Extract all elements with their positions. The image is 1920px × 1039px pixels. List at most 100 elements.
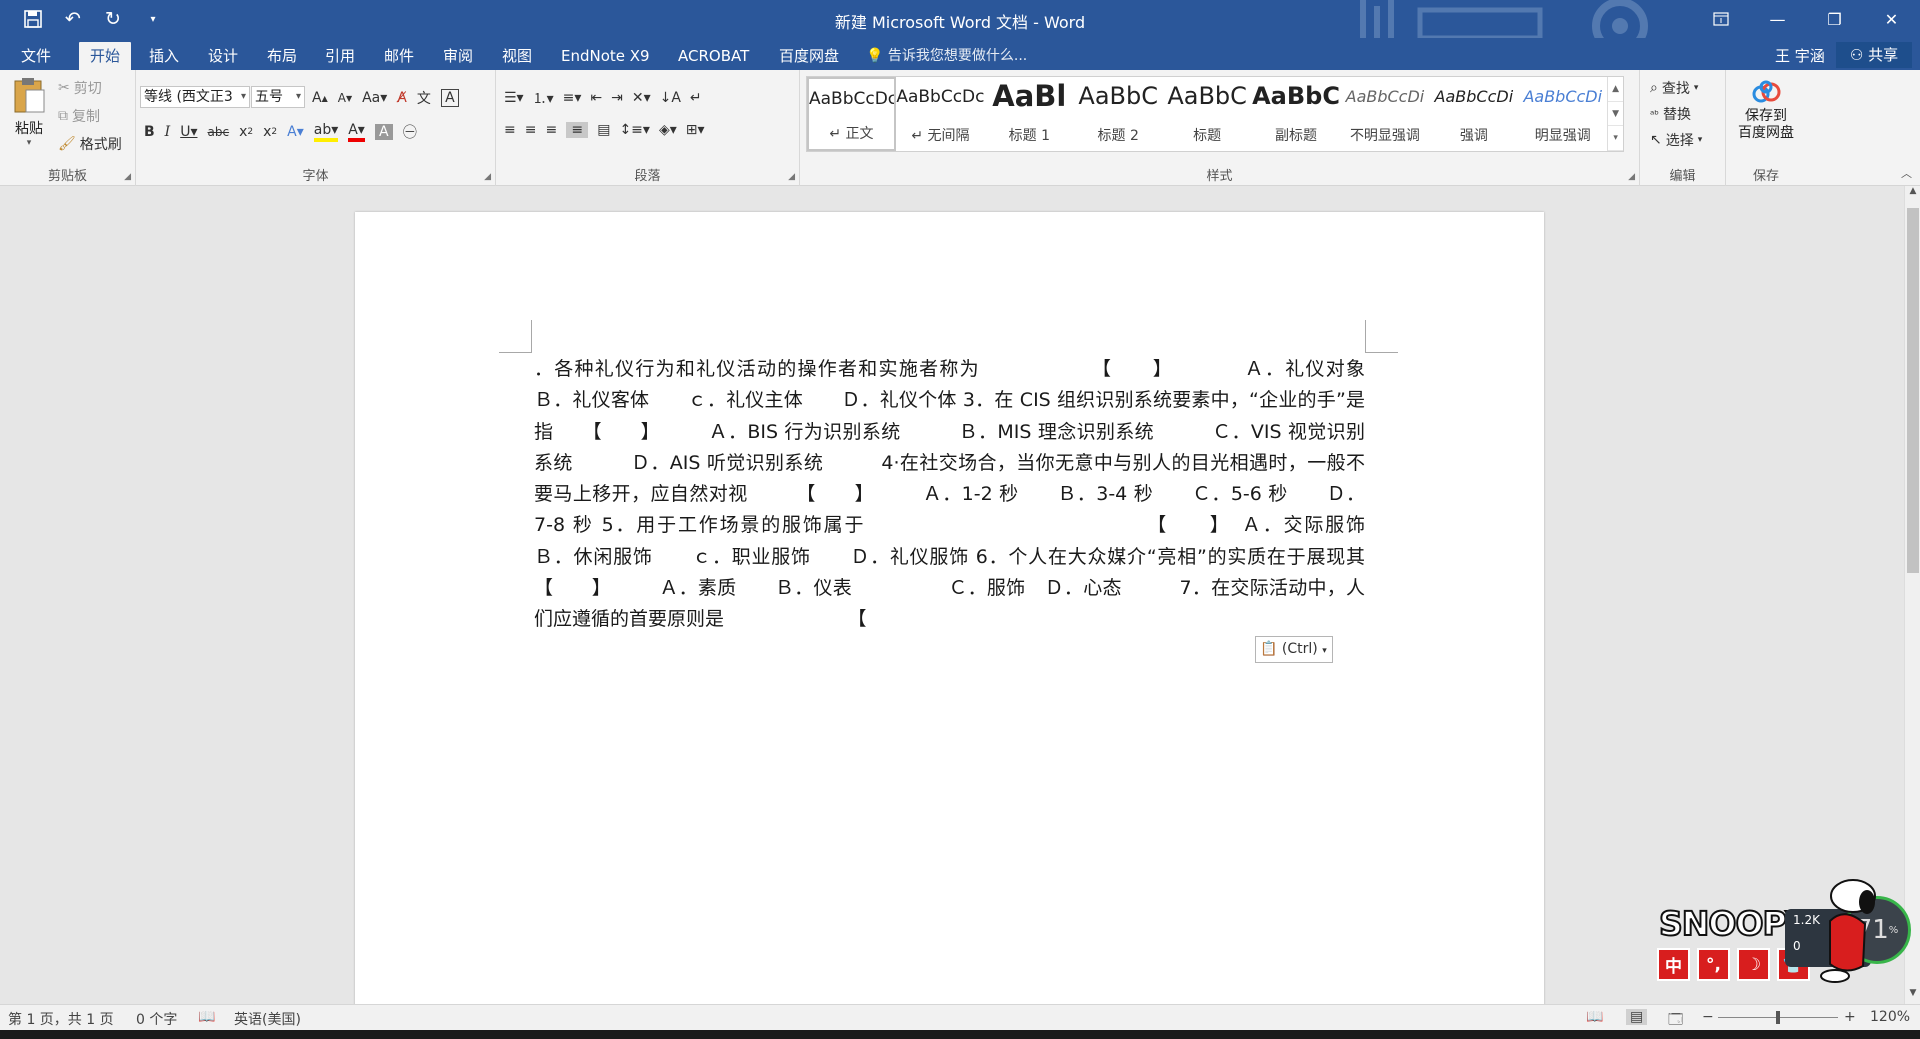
chevron-down-icon[interactable]: ▼ — [1608, 102, 1624, 127]
ime-punctuation-button[interactable]: °, — [1697, 948, 1730, 981]
decrease-indent-icon[interactable]: ⇤ — [590, 90, 602, 106]
italic-icon[interactable]: I — [165, 124, 171, 140]
style-emphasis[interactable]: AaBbCcDi 强调 — [1429, 77, 1518, 151]
tab-references[interactable]: 引用 — [314, 42, 366, 70]
align-left-icon[interactable]: ≡ — [504, 122, 516, 138]
chevron-down-icon: ▾ — [240, 91, 246, 102]
paragraph-launcher-icon[interactable]: ◢ — [788, 172, 795, 182]
paste-button[interactable]: 粘贴 ▾ — [8, 76, 50, 148]
clipboard-launcher-icon[interactable]: ◢ — [124, 172, 131, 182]
close-icon[interactable]: ✕ — [1863, 0, 1920, 38]
ribbon-display-options-icon[interactable] — [1692, 0, 1749, 38]
ime-chinese-button[interactable]: 中 — [1657, 948, 1690, 981]
style-heading-1[interactable]: AaBl 标题 1 — [985, 77, 1074, 151]
tab-endnote[interactable]: EndNote X9 — [550, 42, 661, 70]
change-case-icon[interactable]: Aa▾ — [362, 90, 387, 106]
zoom-out-icon[interactable]: − — [1702, 1009, 1714, 1025]
style-intense-emphasis[interactable]: AaBbCcDi 明显强调 — [1518, 77, 1607, 151]
text-effects-icon[interactable]: A▾ — [287, 124, 304, 140]
word-count[interactable]: 0 个字 — [136, 1009, 177, 1029]
font-launcher-icon[interactable]: ◢ — [484, 172, 491, 182]
tab-home[interactable]: 开始 — [79, 42, 132, 70]
tab-view[interactable]: 视图 — [491, 42, 543, 70]
read-mode-icon[interactable]: 📖 — [1586, 1009, 1603, 1025]
restore-icon[interactable]: ❐ — [1806, 0, 1863, 38]
multilevel-list-icon[interactable]: ≡▾ — [563, 90, 582, 106]
minimize-icon[interactable]: — — [1749, 0, 1806, 38]
format-painter-button[interactable]: 🖌 格式刷 — [58, 134, 122, 154]
tab-review[interactable]: 审阅 — [432, 42, 484, 70]
style-subtle-emphasis[interactable]: AaBbCcDi 不明显强调 — [1340, 77, 1429, 151]
sort-icon[interactable]: ↓A — [660, 90, 681, 106]
share-button[interactable]: ⚇ 共享 — [1836, 42, 1912, 68]
line-spacing-icon[interactable]: ↕≡▾ — [619, 122, 650, 138]
underline-icon[interactable]: U▾ — [180, 124, 197, 140]
enclose-characters-icon[interactable]: ㊀ — [403, 122, 417, 142]
zoom-level[interactable]: 120% — [1870, 1009, 1910, 1025]
strikethrough-icon[interactable]: abc — [207, 125, 229, 139]
zoom-slider-thumb[interactable] — [1776, 1011, 1780, 1024]
page-count[interactable]: 第 1 页，共 1 页 — [8, 1009, 114, 1029]
tab-acrobat[interactable]: ACROBAT — [667, 42, 760, 70]
scrollbar-thumb[interactable] — [1907, 208, 1919, 573]
chinese-layout-icon[interactable]: ✕▾ — [632, 90, 651, 106]
find-button[interactable]: ⌕ 查找 ▾ — [1650, 78, 1698, 98]
font-size-combo[interactable]: 五号 ▾ — [251, 86, 305, 108]
numbering-icon[interactable]: ⒈▾ — [533, 88, 554, 108]
distributed-icon[interactable]: ▤ — [597, 122, 610, 138]
user-name[interactable]: 王 宇涵 — [1775, 42, 1825, 70]
justify-icon[interactable]: ≡ — [566, 122, 589, 138]
collapse-ribbon-icon[interactable]: ︿ — [1901, 165, 1912, 181]
tab-design[interactable]: 设计 — [197, 42, 249, 70]
chevron-up-icon[interactable]: ▲ — [1608, 77, 1624, 102]
document-body-text[interactable]: ．各种礼仪行为和礼仪活动的操作者和实施者称为 【 】 Ａ．礼仪对象 Ｂ．礼仪客体… — [534, 354, 1365, 636]
borders-icon[interactable]: ⊞▾ — [686, 122, 705, 138]
style-normal[interactable]: AaBbCcDc ↵ 正文 — [807, 77, 896, 151]
styles-launcher-icon[interactable]: ◢ — [1628, 172, 1635, 182]
bullets-icon[interactable]: ☰▾ — [504, 90, 524, 106]
clear-formatting-icon[interactable]: A̸ — [397, 90, 407, 106]
grow-font-icon[interactable]: A ▲ — [312, 90, 328, 106]
increase-indent-icon[interactable]: ⇥ — [611, 90, 623, 106]
zoom-in-icon[interactable]: + — [1844, 1009, 1856, 1025]
bold-icon[interactable]: B — [144, 124, 155, 140]
styles-gallery: AaBbCcDc ↵ 正文 AaBbCcDc ↵ 无间隔 AaBl 标题 1 A… — [806, 76, 1624, 152]
superscript-icon[interactable]: x2 — [263, 124, 277, 140]
style-no-spacing[interactable]: AaBbCcDc ↵ 无间隔 — [896, 77, 985, 151]
shading-icon[interactable]: ◈▾ — [659, 122, 677, 138]
shrink-font-icon[interactable]: A ▼ — [338, 91, 352, 105]
print-layout-icon[interactable]: ▤ — [1626, 1009, 1648, 1025]
ime-moon-button[interactable]: ☽ — [1737, 948, 1770, 981]
font-name-combo[interactable]: 等线 (西文正3 ▾ — [140, 86, 250, 108]
replace-button[interactable]: ᵃᵇ 替换 — [1650, 104, 1691, 124]
cut-button[interactable]: ✂ 剪切 — [58, 78, 102, 98]
font-color-icon[interactable]: A▾ — [348, 122, 365, 142]
paste-options-button[interactable]: 📋 (Ctrl) ▾ — [1255, 636, 1333, 663]
tab-insert[interactable]: 插入 — [138, 42, 190, 70]
paste-dropdown-icon[interactable]: ▾ — [8, 138, 50, 148]
style-title[interactable]: AaBbC 标题 — [1163, 77, 1252, 151]
copy-button[interactable]: ⧉ 复制 — [58, 106, 100, 126]
align-right-icon[interactable]: ≡ — [545, 122, 557, 138]
style-subtitle[interactable]: AaBbC 副标题 — [1252, 77, 1341, 151]
highlight-icon[interactable]: ab▾ — [313, 122, 339, 142]
character-border-icon[interactable]: A — [440, 89, 459, 107]
show-marks-icon[interactable]: ↵ — [690, 90, 702, 106]
gallery-more-icon[interactable]: ▾ — [1608, 126, 1624, 152]
tab-layout[interactable]: 布局 — [256, 42, 308, 70]
proofing-icon[interactable]: 📖 — [198, 1009, 215, 1025]
tab-file[interactable]: 文件 — [10, 42, 62, 70]
language[interactable]: 英语(美国) — [234, 1009, 301, 1029]
subscript-icon[interactable]: x2 — [239, 124, 253, 140]
style-heading-2[interactable]: AaBbC 标题 2 — [1074, 77, 1163, 151]
align-center-icon[interactable]: ≡ — [525, 122, 537, 138]
scroll-up-icon[interactable]: ▲ — [1905, 186, 1920, 202]
tell-me-search[interactable]: 💡 告诉我您想要做什么... — [866, 42, 1027, 70]
character-shading-icon[interactable]: A — [374, 124, 393, 140]
phonetic-guide-icon[interactable]: 文 — [417, 88, 431, 108]
tab-mailings[interactable]: 邮件 — [373, 42, 425, 70]
select-button[interactable]: ↖ 选择 ▾ — [1650, 130, 1702, 150]
tab-baidu-netdisk[interactable]: 百度网盘 — [768, 42, 850, 70]
save-to-baidu-button[interactable]: 保存到 百度网盘 — [1732, 80, 1800, 142]
ribbon-tabs: 文件 开始 插入 设计 布局 引用 邮件 审阅 视图 EndNote X9 AC… — [0, 38, 1920, 70]
